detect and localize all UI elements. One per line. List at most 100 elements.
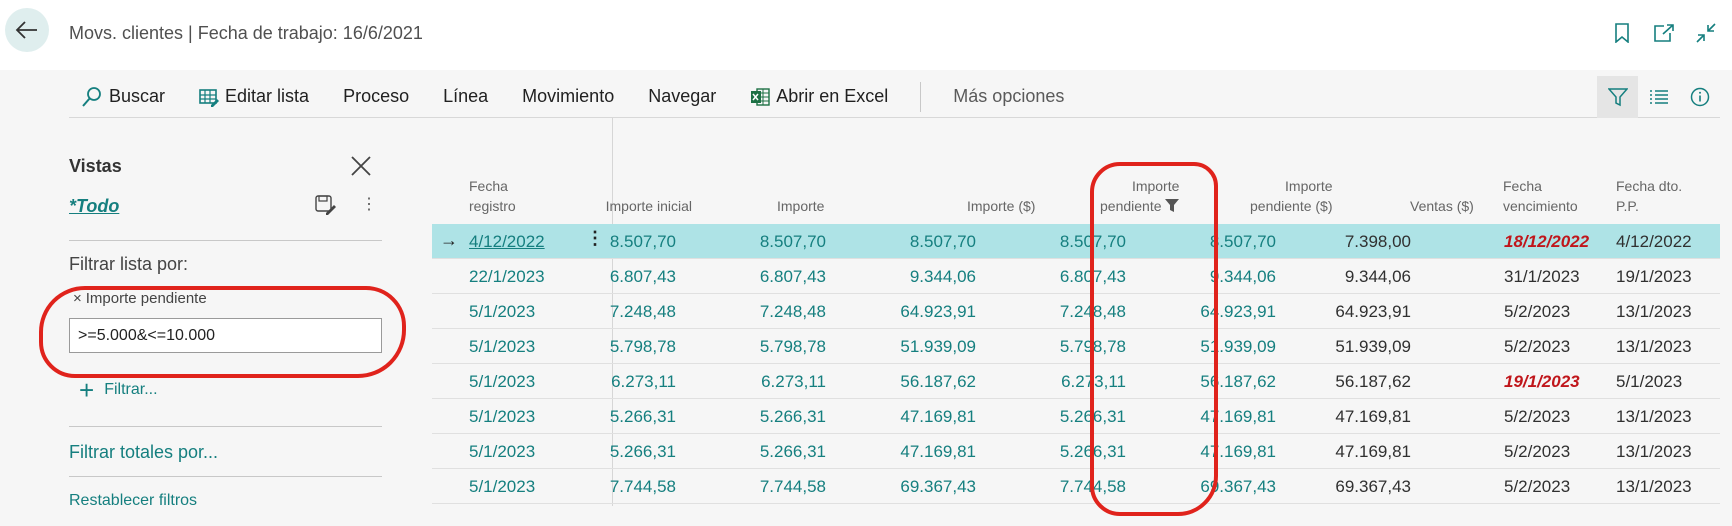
open-new-window-icon xyxy=(1654,24,1674,42)
col-header-line: Fecha xyxy=(1503,178,1542,194)
list-view-button[interactable] xyxy=(1638,76,1679,118)
movimiento-menu[interactable]: Movimiento xyxy=(522,86,614,107)
filter-list-by-label: Filtrar lista por: xyxy=(69,254,189,274)
cell-venc: 5/2/2023 xyxy=(1504,407,1571,426)
search-button[interactable]: Buscar xyxy=(81,86,165,108)
col-header-line: pendiente ($) xyxy=(1250,198,1333,214)
close-filter-pane-button[interactable] xyxy=(349,154,373,178)
open-in-excel-button[interactable]: Abrir en Excel xyxy=(750,86,888,107)
cell-dto: 5/1/2023 xyxy=(1616,372,1683,391)
navegar-label: Navegar xyxy=(648,86,717,106)
cell-ventas: 9.344,06 xyxy=(1344,267,1411,286)
more-options-button[interactable]: Más opciones xyxy=(953,86,1064,107)
cell-ventas: 64.923,91 xyxy=(1335,302,1411,321)
col-header-importe-pendiente-usd[interactable]: Importe pendiente ($) xyxy=(1250,176,1333,216)
info-button[interactable] xyxy=(1679,76,1720,118)
cell-importe-usd: 56.187,62 xyxy=(900,372,976,391)
col-header-line: pendiente xyxy=(1100,198,1162,214)
table-row[interactable]: → ⋮ 4/12/2022 8.507,70 8.507,70 8.507,70 8.507… xyxy=(432,224,1720,259)
cell-importe-usd: 9.344,06 xyxy=(909,267,976,286)
proceso-label: Proceso xyxy=(343,86,410,106)
divider xyxy=(69,476,382,477)
remove-filter-icon[interactable]: × xyxy=(73,290,82,307)
col-header-importe-pendiente[interactable]: Importe pendiente xyxy=(1100,176,1180,216)
table-row[interactable]: 22/1/2023 6.807,43 6.807,43 9.344,06 6.807,4… xyxy=(432,259,1720,294)
views-heading: Vistas xyxy=(69,156,122,176)
cell-pendiente-usd: 51.939,09 xyxy=(1200,337,1276,356)
cell-pendiente: 7.248,48 xyxy=(1059,302,1126,321)
col-header-fecha-vencimiento[interactable]: Fecha vencimiento xyxy=(1503,176,1578,216)
cell-inicial: 5.266,31 xyxy=(609,407,676,426)
cell-importe-usd: 47.169,81 xyxy=(900,442,976,461)
col-header-ventas-usd[interactable]: Ventas ($) xyxy=(1410,196,1474,216)
cell-fecha[interactable]: 5/1/2023 xyxy=(469,372,535,392)
cell-fecha[interactable]: 5/1/2023 xyxy=(469,407,535,427)
cell-fecha[interactable]: 4/12/2022 xyxy=(469,232,545,252)
proceso-menu[interactable]: Proceso xyxy=(343,86,409,107)
cell-fecha[interactable]: 5/1/2023 xyxy=(469,477,535,497)
cell-pendiente: 5.266,31 xyxy=(1059,407,1126,426)
filter-field-chip: × Importe pendiente xyxy=(73,290,207,307)
table-row[interactable]: 5/1/2023 5.266,31 5.266,31 47.169,81 5.266,3… xyxy=(432,399,1720,434)
cell-pendiente: 7.744,58 xyxy=(1059,477,1126,496)
table-row[interactable]: 5/1/2023 5.798,78 5.798,78 51.939,09 5.798,7… xyxy=(432,329,1720,364)
cell-importe-usd: 51.939,09 xyxy=(900,337,976,356)
filter-value-input[interactable] xyxy=(69,318,382,353)
col-header-fecha-dto[interactable]: Fecha dto. P.P. xyxy=(1616,176,1682,216)
collapse-icon xyxy=(1696,23,1716,43)
col-header-line: registro xyxy=(469,198,516,214)
table-row[interactable]: 5/1/2023 7.248,48 7.248,48 64.923,91 7.248,4… xyxy=(432,294,1720,329)
table-row[interactable]: 5/1/2023 7.744,58 7.744,58 69.367,43 7.744,5… xyxy=(432,469,1720,504)
col-header-line: Importe xyxy=(1131,178,1180,194)
reset-filters-link[interactable]: Restablecer filtros xyxy=(69,492,197,510)
cell-fecha[interactable]: 5/1/2023 xyxy=(469,337,535,357)
cell-venc: 5/2/2023 xyxy=(1504,477,1571,496)
cell-importe: 7.248,48 xyxy=(759,302,826,321)
col-header-fecha-registro[interactable]: Fecha registro xyxy=(469,176,516,216)
cell-venc: 5/2/2023 xyxy=(1504,442,1571,461)
col-header-line: Fecha dto. xyxy=(1616,178,1683,194)
col-header-line: P.P. xyxy=(1616,198,1639,214)
cell-ventas: 47.169,81 xyxy=(1335,442,1411,461)
cell-venc: 19/1/2023 xyxy=(1504,372,1580,391)
edit-list-button[interactable]: Editar lista xyxy=(199,86,309,107)
table-row[interactable]: 5/1/2023 5.266,31 5.266,31 47.169,81 5.266,3… xyxy=(432,434,1720,469)
view-more-menu[interactable]: ⋮ xyxy=(361,194,377,214)
col-header-importe-inicial[interactable]: Importe inicial xyxy=(606,196,692,216)
bookmark-icon xyxy=(1615,23,1629,43)
cell-pendiente-usd: 9.344,06 xyxy=(1209,267,1276,286)
back-button[interactable] xyxy=(5,8,49,52)
plus-icon: + xyxy=(79,375,95,405)
navegar-menu[interactable]: Navegar xyxy=(648,86,716,107)
current-view-link[interactable]: *Todo xyxy=(69,196,119,217)
row-action-menu[interactable]: ⋮ xyxy=(586,228,604,249)
filter-pane-toggle[interactable] xyxy=(1597,76,1638,118)
save-view-button[interactable] xyxy=(315,195,337,220)
col-header-importe[interactable]: Importe xyxy=(777,196,824,216)
excel-icon xyxy=(751,87,770,106)
info-icon xyxy=(1690,87,1709,107)
cell-venc: 5/2/2023 xyxy=(1504,337,1571,356)
collapse-button[interactable] xyxy=(1692,19,1720,47)
linea-label: Línea xyxy=(443,86,489,106)
open-new-window-button[interactable] xyxy=(1650,19,1678,47)
linea-menu[interactable]: Línea xyxy=(443,86,488,107)
entries-grid: Fecha registro Importe inicial Importe I… xyxy=(432,118,1720,518)
table-row[interactable]: 5/1/2023 6.273,11 6.273,11 56.187,62 6.273,1… xyxy=(432,364,1720,399)
bookmark-button[interactable] xyxy=(1608,19,1636,47)
add-filter-link[interactable]: + Filtrar... xyxy=(79,375,158,405)
cell-inicial: 7.744,58 xyxy=(609,477,676,496)
cell-ventas: 51.939,09 xyxy=(1335,337,1411,356)
filter-field-label: Importe pendiente xyxy=(85,290,207,307)
cell-fecha[interactable]: 22/1/2023 xyxy=(469,267,545,287)
col-header-importe-usd[interactable]: Importe ($) xyxy=(967,196,1035,216)
cell-ventas: 69.367,43 xyxy=(1335,477,1411,496)
movimiento-label: Movimiento xyxy=(522,86,615,106)
cell-fecha[interactable]: 5/1/2023 xyxy=(469,442,535,462)
cell-fecha[interactable]: 5/1/2023 xyxy=(469,302,535,322)
filter-icon xyxy=(1607,88,1628,107)
cell-pendiente: 6.807,43 xyxy=(1059,267,1126,286)
cell-inicial: 5.798,78 xyxy=(609,337,676,356)
filter-totals-link[interactable]: Filtrar totales por... xyxy=(69,442,218,463)
cell-importe-usd: 64.923,91 xyxy=(900,302,976,321)
